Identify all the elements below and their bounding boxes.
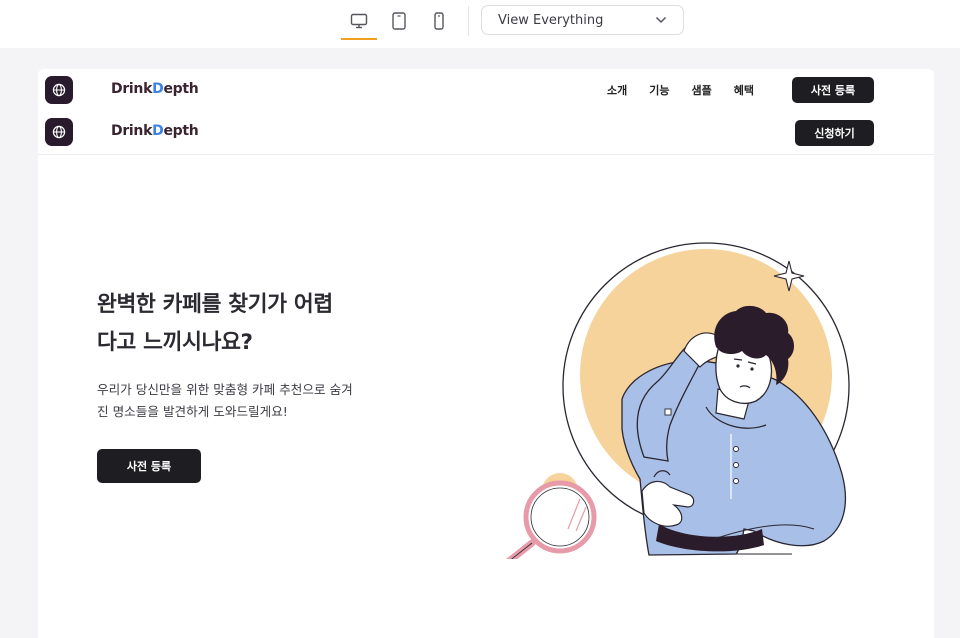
preregister-nav-button[interactable]: 사전 등록 (792, 77, 874, 103)
apply-button[interactable]: 신청하기 (795, 120, 874, 146)
globe-icon (52, 83, 66, 97)
menu-item-intro[interactable]: 소개 (607, 82, 627, 98)
hero-desc-line-2: 진 명소들을 발견하게 도와드릴게요! (97, 404, 288, 419)
logo-text-2: D (152, 81, 164, 97)
toolbar-divider (468, 6, 469, 36)
hero-preregister-button[interactable]: 사전 등록 (97, 449, 201, 483)
language-button[interactable] (45, 76, 73, 104)
hero-illustration (506, 242, 850, 559)
brand-logo[interactable]: DrinkDepth (111, 81, 199, 97)
tablet-view-button[interactable] (381, 6, 417, 36)
header-desktop: DrinkDepth 소개 기능 샘플 혜택 사전 등록 (38, 69, 934, 111)
header-mobile: DrinkDepth 신청하기 (38, 111, 934, 155)
logo-text-1: Drink (111, 81, 153, 97)
page-preview: DrinkDepth 소개 기능 샘플 혜택 사전 등록 DrinkDepth … (38, 69, 934, 638)
menu-item-samples[interactable]: 샘플 (692, 82, 712, 98)
view-select[interactable]: View Everything (481, 5, 684, 35)
hero-description: 우리가 당신만을 위한 맞춤형 카페 추천으로 숨겨 진 명소들을 발견하게 도… (97, 379, 417, 423)
globe-icon (52, 125, 66, 139)
hero-title-line-2: 다고 느끼시나요? (97, 330, 253, 355)
tablet-icon (392, 12, 406, 30)
menu-item-benefits[interactable]: 혜택 (734, 82, 754, 98)
logo-text-3: epth (163, 123, 199, 139)
brand-logo-mobile[interactable]: DrinkDepth (111, 123, 199, 139)
logo-text-2: D (152, 123, 164, 139)
view-select-value: View Everything (498, 12, 604, 28)
hero-title: 완벽한 카페를 찾기가 어렵 다고 느끼시나요? (97, 286, 427, 362)
main-menu: 소개 기능 샘플 혜택 (607, 82, 776, 98)
logo-text-3: epth (163, 81, 199, 97)
menu-item-features[interactable]: 기능 (649, 82, 669, 98)
editor-toolbar: View Everything (0, 0, 960, 48)
desktop-icon (350, 13, 368, 29)
hero-title-line-1: 완벽한 카페를 찾기가 어렵 (97, 292, 333, 317)
logo-text-1: Drink (111, 123, 153, 139)
mobile-view-button[interactable] (421, 6, 457, 36)
hero-desc-line-1: 우리가 당신만을 위한 맞춤형 카페 추천으로 숨겨 (97, 382, 353, 397)
mobile-icon (434, 12, 444, 30)
desktop-view-button[interactable] (341, 6, 377, 40)
language-button-mobile[interactable] (45, 118, 73, 146)
chevron-down-icon (655, 16, 667, 24)
